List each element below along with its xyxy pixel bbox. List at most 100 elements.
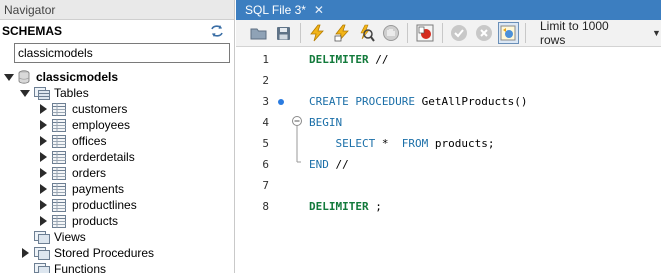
limit-rows-select[interactable]: Limit to 1000 rows ▼	[535, 19, 661, 47]
table-name: employees	[72, 118, 131, 132]
tab-sql-file-3[interactable]: SQL File 3* ✕	[236, 0, 330, 20]
functions-folder-icon	[34, 262, 50, 273]
code-line: END //	[309, 158, 349, 171]
collapsed-arrow-icon[interactable]	[40, 168, 47, 178]
rollback-icon[interactable]	[473, 22, 494, 44]
stored-procedures-label: Stored Procedures	[54, 246, 155, 260]
sql-keyword: CREATE PROCEDURE	[309, 95, 415, 108]
tree-schema-classicmodels[interactable]: classicmodels	[4, 69, 118, 85]
line-number: 6	[262, 158, 269, 171]
table-icon	[52, 182, 66, 196]
code-line: DELIMITER ;	[309, 200, 382, 213]
sql-editor-panel: SQL File 3* ✕ Limit to 1000 rows ▼ 1 2 3…	[236, 0, 661, 273]
fold-marker-icon[interactable]	[290, 48, 304, 273]
line-number: 3	[262, 95, 269, 108]
collapsed-arrow-icon[interactable]	[40, 200, 47, 210]
expand-arrow-icon[interactable]	[4, 73, 14, 81]
line-number: 7	[262, 179, 269, 192]
table-icon	[52, 102, 66, 116]
code-text: products;	[428, 137, 495, 150]
collapsed-arrow-icon[interactable]	[40, 136, 47, 146]
toolbar-separator	[299, 23, 301, 43]
sql-keyword: BEGIN	[309, 116, 343, 129]
collapsed-arrow-icon[interactable]	[40, 104, 47, 114]
tree-folder-views[interactable]: Views	[22, 229, 86, 245]
schemas-label: SCHEMAS	[2, 24, 63, 38]
tree-table-item[interactable]: offices	[40, 133, 106, 149]
commit-icon[interactable]	[449, 22, 470, 44]
line-number-gutter: 1 2 3 4 5 6 7 8	[236, 48, 290, 273]
navigator-panel: Navigator SCHEMAS classicmodels classicm…	[0, 0, 235, 273]
toolbar-separator	[525, 23, 526, 43]
chevron-down-icon: ▼	[652, 28, 661, 38]
execute-current-icon[interactable]	[331, 22, 352, 44]
collapsed-arrow-icon[interactable]	[40, 152, 47, 162]
editor-tab-bar: SQL File 3* ✕	[236, 0, 661, 20]
collapsed-arrow-icon[interactable]	[40, 216, 47, 226]
toolbar-separator	[407, 23, 409, 43]
code-line: DELIMITER //	[309, 53, 388, 66]
code-line: SELECT * FROM products;	[309, 137, 494, 150]
save-icon[interactable]	[272, 22, 293, 44]
views-folder-icon	[34, 230, 50, 244]
tree-folder-tables[interactable]: Tables	[20, 85, 89, 101]
table-icon	[52, 166, 66, 180]
toggle-stop-on-error-icon[interactable]	[414, 22, 435, 44]
tree-table-item[interactable]: productlines	[40, 197, 137, 213]
table-icon	[52, 118, 66, 132]
functions-label: Functions	[54, 262, 107, 273]
code-text: ;	[368, 200, 382, 213]
schemas-header: SCHEMAS	[0, 20, 234, 42]
stop-icon[interactable]	[380, 22, 401, 44]
tree-table-item[interactable]: products	[40, 213, 118, 229]
database-icon	[18, 70, 30, 84]
table-icon	[52, 214, 66, 228]
tree-table-item[interactable]: employees	[40, 117, 130, 133]
schema-search-field[interactable]	[14, 43, 230, 63]
stored-procedures-folder-icon	[34, 246, 50, 260]
fold-column	[290, 48, 304, 273]
execute-icon[interactable]	[307, 22, 328, 44]
table-name: productlines	[72, 198, 137, 212]
toggle-autocommit-icon[interactable]	[497, 22, 520, 44]
explain-icon[interactable]	[356, 22, 377, 44]
navigator-header: Navigator	[0, 0, 234, 20]
line-number: 5	[262, 137, 269, 150]
table-icon	[52, 150, 66, 164]
line-number: 4	[262, 116, 269, 129]
tables-label: Tables	[54, 86, 89, 100]
table-icon	[52, 198, 66, 212]
collapsed-arrow-icon[interactable]	[40, 184, 47, 194]
tree-table-item[interactable]: orders	[40, 165, 106, 181]
code-editor[interactable]: 1 2 3 4 5 6 7 8 DELIMITER // CREATE PROCEDURE Ge…	[236, 48, 661, 273]
code-line: CREATE PROCEDURE GetAllProducts()	[309, 95, 528, 108]
table-name: payments	[72, 182, 125, 196]
sql-keyword: DELIMITER	[309, 53, 369, 66]
tree-table-item[interactable]: orderdetails	[40, 149, 135, 165]
collapsed-arrow-icon[interactable]	[40, 120, 47, 130]
tab-label: SQL File 3*	[245, 3, 306, 17]
collapsed-arrow-icon[interactable]	[22, 248, 29, 258]
limit-rows-value: Limit to 1000 rows	[540, 19, 609, 47]
sql-keyword: END	[309, 158, 329, 171]
expand-arrow-icon[interactable]	[20, 89, 30, 97]
statement-marker-icon	[278, 99, 284, 105]
table-name: orders	[72, 166, 107, 180]
tree-table-item[interactable]: customers	[40, 101, 127, 117]
schema-name: classicmodels	[36, 70, 119, 84]
tables-folder-icon	[34, 86, 50, 100]
tree-folder-stored-procedures[interactable]: Stored Procedures	[22, 245, 154, 261]
editor-toolbar: Limit to 1000 rows ▼	[236, 19, 661, 47]
line-number: 8	[262, 200, 269, 213]
table-name: customers	[72, 102, 128, 116]
tree-folder-functions[interactable]: Functions	[22, 261, 106, 273]
tab-close-icon[interactable]: ✕	[314, 3, 324, 17]
table-icon	[52, 134, 66, 148]
schema-search-input[interactable]	[18, 46, 229, 60]
refresh-icon[interactable]	[210, 24, 224, 38]
tree-table-item[interactable]: payments	[40, 181, 124, 197]
navigator-title: Navigator	[4, 2, 56, 17]
code-line: BEGIN	[309, 116, 342, 129]
code-text: //	[368, 53, 389, 66]
open-folder-icon[interactable]	[248, 22, 269, 44]
